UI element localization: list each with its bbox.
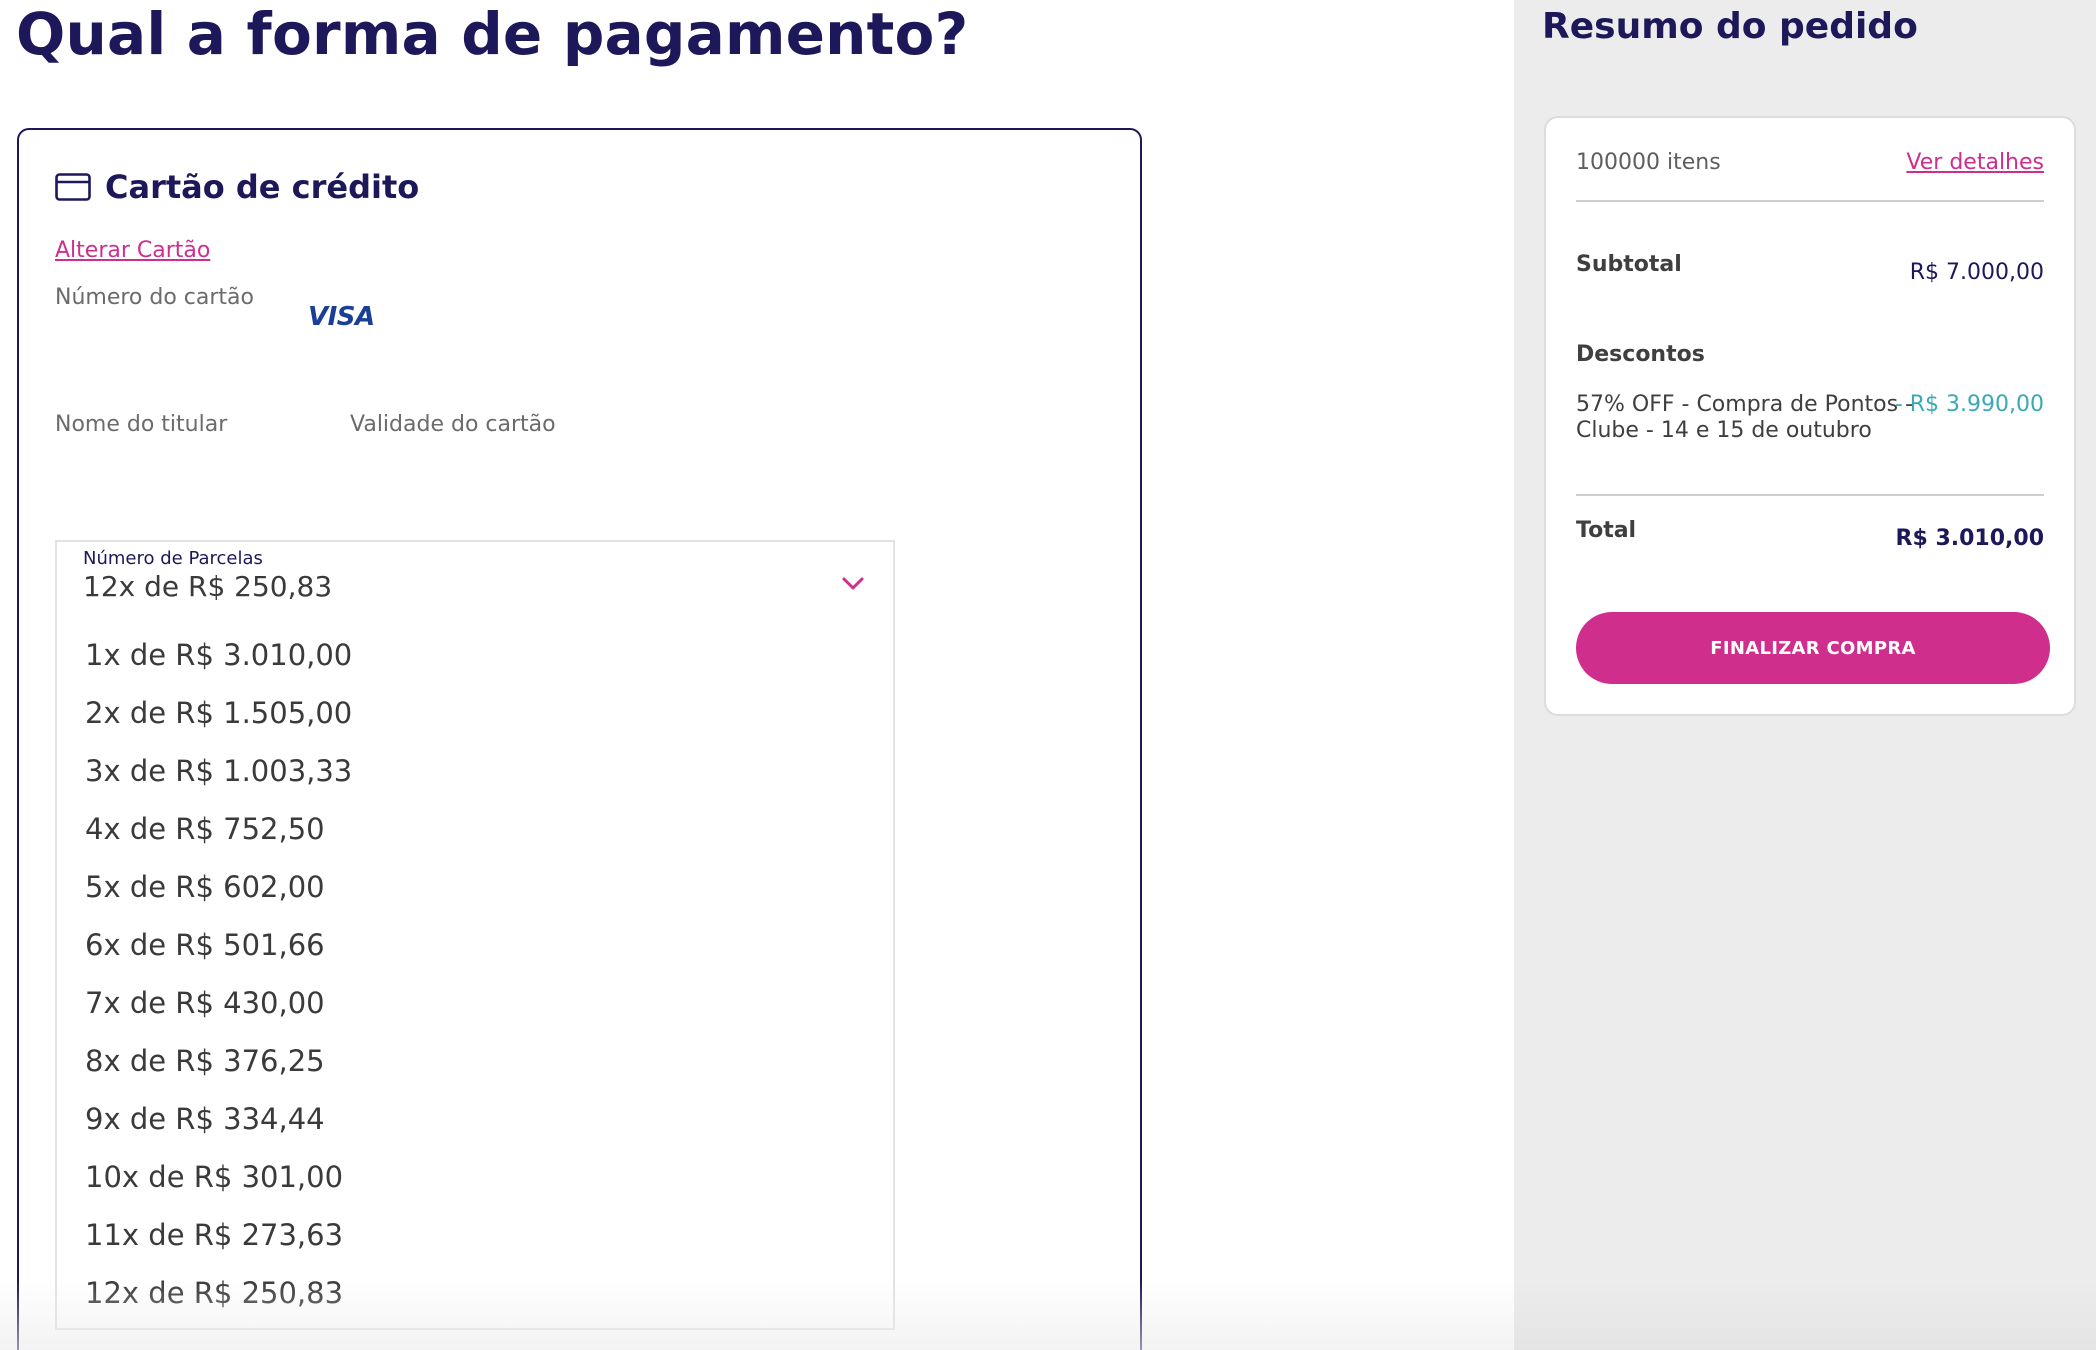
- page-title: Qual a forma de pagamento?: [16, 0, 969, 68]
- installment-option-10x[interactable]: 10x de R$ 301,00: [57, 1148, 893, 1206]
- change-card-link[interactable]: Alterar Cartão: [55, 238, 210, 263]
- installments-selected-value[interactable]: 12x de R$ 250,83: [83, 570, 332, 603]
- summary-title: Resumo do pedido: [1542, 6, 1918, 47]
- holder-name-label: Nome do titular: [55, 412, 228, 437]
- subtotal-row: Subtotal R$ 7.000,00: [1576, 252, 2044, 285]
- installment-option-6x[interactable]: 6x de R$ 501,66: [57, 916, 893, 974]
- order-summary-sidebar: Resumo do pedido 100000 itens Ver detalh…: [1514, 0, 2096, 1350]
- total-label: Total: [1576, 518, 1637, 543]
- installment-option-3x[interactable]: 3x de R$ 1.003,33: [57, 742, 893, 800]
- summary-card: 100000 itens Ver detalhes Subtotal R$ 7.…: [1544, 116, 2076, 716]
- subtotal-value: R$ 7.000,00: [1909, 260, 2044, 285]
- discounts-heading-row: Descontos: [1576, 342, 2044, 367]
- discount-description: 57% OFF - Compra de Pontos - Clube - 14 …: [1576, 392, 1914, 443]
- installments-select[interactable]: Número de Parcelas 12x de R$ 250,83 1x d…: [55, 540, 895, 1330]
- chevron-down-icon[interactable]: [841, 576, 865, 592]
- discounts-label: Descontos: [1576, 342, 1705, 367]
- credit-card-panel: Cartão de crédito Alterar Cartão Número …: [17, 128, 1142, 1350]
- card-validity-label: Validade do cartão: [350, 412, 556, 437]
- installment-option-7x[interactable]: 7x de R$ 430,00: [57, 974, 893, 1032]
- divider: [1576, 200, 2044, 202]
- payment-section: Qual a forma de pagamento? Cartão de cré…: [0, 0, 1514, 1350]
- discount-row: 57% OFF - Compra de Pontos - Clube - 14 …: [1576, 392, 2044, 444]
- installment-option-5x[interactable]: 5x de R$ 602,00: [57, 858, 893, 916]
- subtotal-label: Subtotal: [1576, 252, 1682, 277]
- installment-option-1x[interactable]: 1x de R$ 3.010,00: [57, 626, 893, 684]
- finalize-purchase-button[interactable]: FINALIZAR COMPRA: [1576, 612, 2050, 684]
- sidebar-bottom-fade: [1514, 1280, 2096, 1350]
- items-row: 100000 itens Ver detalhes: [1576, 150, 2044, 175]
- total-value: R$ 3.010,00: [1895, 526, 2044, 551]
- total-row: Total R$ 3.010,00: [1576, 518, 2044, 551]
- installments-options-list: 1x de R$ 3.010,00 2x de R$ 1.505,00 3x d…: [57, 626, 893, 1322]
- checkout-page: Qual a forma de pagamento? Cartão de cré…: [0, 0, 2096, 1350]
- installments-label: Número de Parcelas: [83, 548, 263, 569]
- payment-method-title: Cartão de crédito: [105, 168, 420, 206]
- items-count: 100000 itens: [1576, 150, 1721, 175]
- discount-value: - R$ 3.990,00: [1894, 392, 2044, 417]
- view-details-link[interactable]: Ver detalhes: [1906, 150, 2044, 175]
- installment-option-4x[interactable]: 4x de R$ 752,50: [57, 800, 893, 858]
- installment-option-8x[interactable]: 8x de R$ 376,25: [57, 1032, 893, 1090]
- payment-method-header: Cartão de crédito: [55, 168, 419, 206]
- installment-option-12x[interactable]: 12x de R$ 250,83: [57, 1264, 893, 1322]
- installment-option-2x[interactable]: 2x de R$ 1.505,00: [57, 684, 893, 742]
- divider: [1576, 494, 2044, 496]
- card-number-label: Número do cartão: [55, 285, 254, 310]
- installment-option-11x[interactable]: 11x de R$ 273,63: [57, 1206, 893, 1264]
- credit-card-icon: [55, 173, 91, 201]
- visa-logo: VISA: [308, 302, 375, 332]
- installment-option-9x[interactable]: 9x de R$ 334,44: [57, 1090, 893, 1148]
